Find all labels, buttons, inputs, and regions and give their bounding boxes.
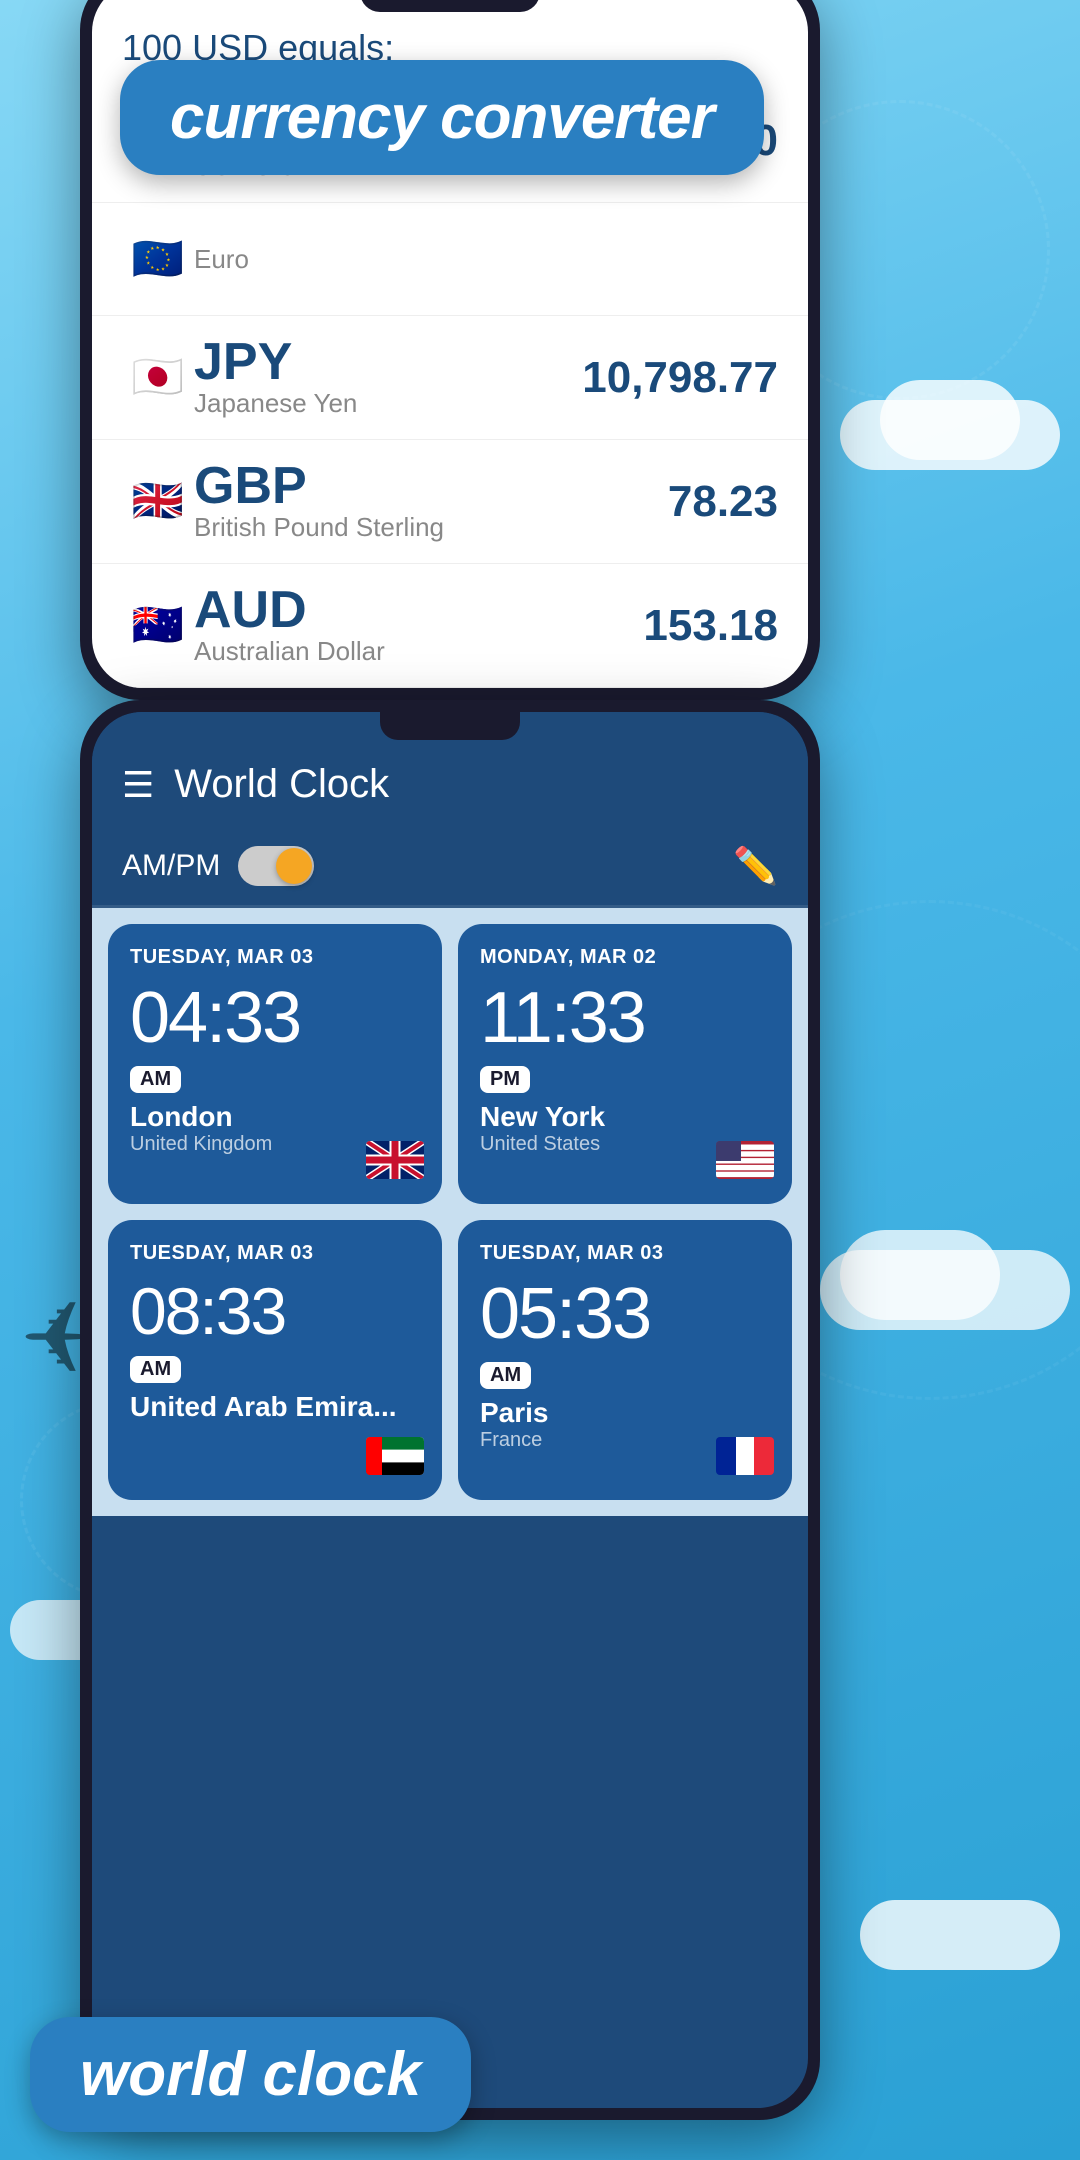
uae-date: TUESDAY, MAR 03 <box>130 1242 420 1265</box>
currency-row-aud: 🇦🇺 AUD Australian Dollar 153.18 <box>92 564 808 688</box>
menu-icon[interactable]: ☰ <box>122 767 154 803</box>
paris-flag <box>716 1437 774 1482</box>
jpy-value: 10,798.77 <box>582 353 778 403</box>
jpy-info: JPY Japanese Yen <box>194 336 582 419</box>
london-city: London <box>130 1101 420 1133</box>
currency-row-gbp: 🇬🇧 GBP British Pound Sterling 78.23 <box>92 440 808 564</box>
gbp-flag: 🇬🇧 <box>122 466 194 538</box>
paris-city: Paris <box>480 1397 770 1429</box>
jpy-flag: 🇯🇵 <box>122 342 194 414</box>
newyork-time: 11:33 <box>480 979 770 1058</box>
aud-flag: 🇦🇺 <box>122 590 194 662</box>
london-time: 04:33 <box>130 979 420 1058</box>
gbp-info: GBP British Pound Sterling <box>194 460 668 543</box>
eur-flag: 🇪🇺 <box>122 223 194 295</box>
worldclock-screen: ☰ World Clock AM/PM ✏️ TUESDAY, MAR 03 0… <box>92 712 808 2108</box>
toggle-thumb <box>276 848 312 884</box>
paris-ampm: AM <box>480 1362 531 1389</box>
worldclock-toolbar: AM/PM ✏️ <box>92 827 808 905</box>
clock-card-newyork: MONDAY, MAR 02 11:33 PM New York United … <box>458 924 792 1204</box>
uae-flag <box>366 1437 424 1482</box>
currency-row-jpy: 🇯🇵 JPY Japanese Yen 10,798.77 <box>92 316 808 440</box>
eur-name: Euro <box>194 244 778 275</box>
cloud-6 <box>860 1900 1060 1970</box>
clock-grid: TUESDAY, MAR 03 04:33 AM London United K… <box>92 908 808 1516</box>
currency-row-eur: 🇪🇺 Euro <box>92 203 808 316</box>
london-date: TUESDAY, MAR 03 <box>130 946 420 969</box>
aud-name: Australian Dollar <box>194 636 643 667</box>
edit-icon[interactable]: ✏️ <box>733 845 778 887</box>
gbp-code: GBP <box>194 460 668 512</box>
ampm-label: AM/PM <box>122 849 220 883</box>
ampm-toggle[interactable] <box>238 846 314 886</box>
newyork-city: New York <box>480 1101 770 1133</box>
clock-card-paris: TUESDAY, MAR 03 05:33 AM Paris France <box>458 1220 792 1500</box>
gbp-value: 78.23 <box>668 477 778 527</box>
cloud-2 <box>880 380 1020 460</box>
eur-info: Euro <box>194 244 778 275</box>
london-ampm: AM <box>130 1066 181 1093</box>
newyork-ampm: PM <box>480 1066 530 1093</box>
cloud-4 <box>840 1230 1000 1320</box>
uae-time: 08:33 <box>130 1275 420 1348</box>
newyork-date: MONDAY, MAR 02 <box>480 946 770 969</box>
paris-date: TUESDAY, MAR 03 <box>480 1242 770 1265</box>
paris-time: 05:33 <box>480 1275 770 1354</box>
currency-converter-label: currency converter <box>120 60 764 175</box>
uae-city: United Arab Emira... <box>130 1391 420 1423</box>
uae-ampm: AM <box>130 1356 181 1383</box>
worldclock-label: world clock <box>30 2017 471 2132</box>
clock-card-uae: TUESDAY, MAR 03 08:33 AM United Arab Emi… <box>108 1220 442 1500</box>
currency-label-text: currency converter <box>170 83 714 152</box>
worldclock-notch <box>380 712 520 740</box>
worldclock-phone: ☰ World Clock AM/PM ✏️ TUESDAY, MAR 03 0… <box>80 700 820 2120</box>
newyork-flag <box>716 1141 774 1186</box>
aud-value: 153.18 <box>643 601 778 651</box>
worldclock-label-text: world clock <box>80 2040 421 2109</box>
jpy-code: JPY <box>194 336 582 388</box>
clock-card-london: TUESDAY, MAR 03 04:33 AM London United K… <box>108 924 442 1204</box>
phone-notch <box>360 0 540 12</box>
aud-code: AUD <box>194 584 643 636</box>
worldclock-title: World Clock <box>174 762 778 807</box>
aud-info: AUD Australian Dollar <box>194 584 643 667</box>
london-flag <box>366 1141 424 1186</box>
jpy-name: Japanese Yen <box>194 388 582 419</box>
gbp-name: British Pound Sterling <box>194 512 668 543</box>
